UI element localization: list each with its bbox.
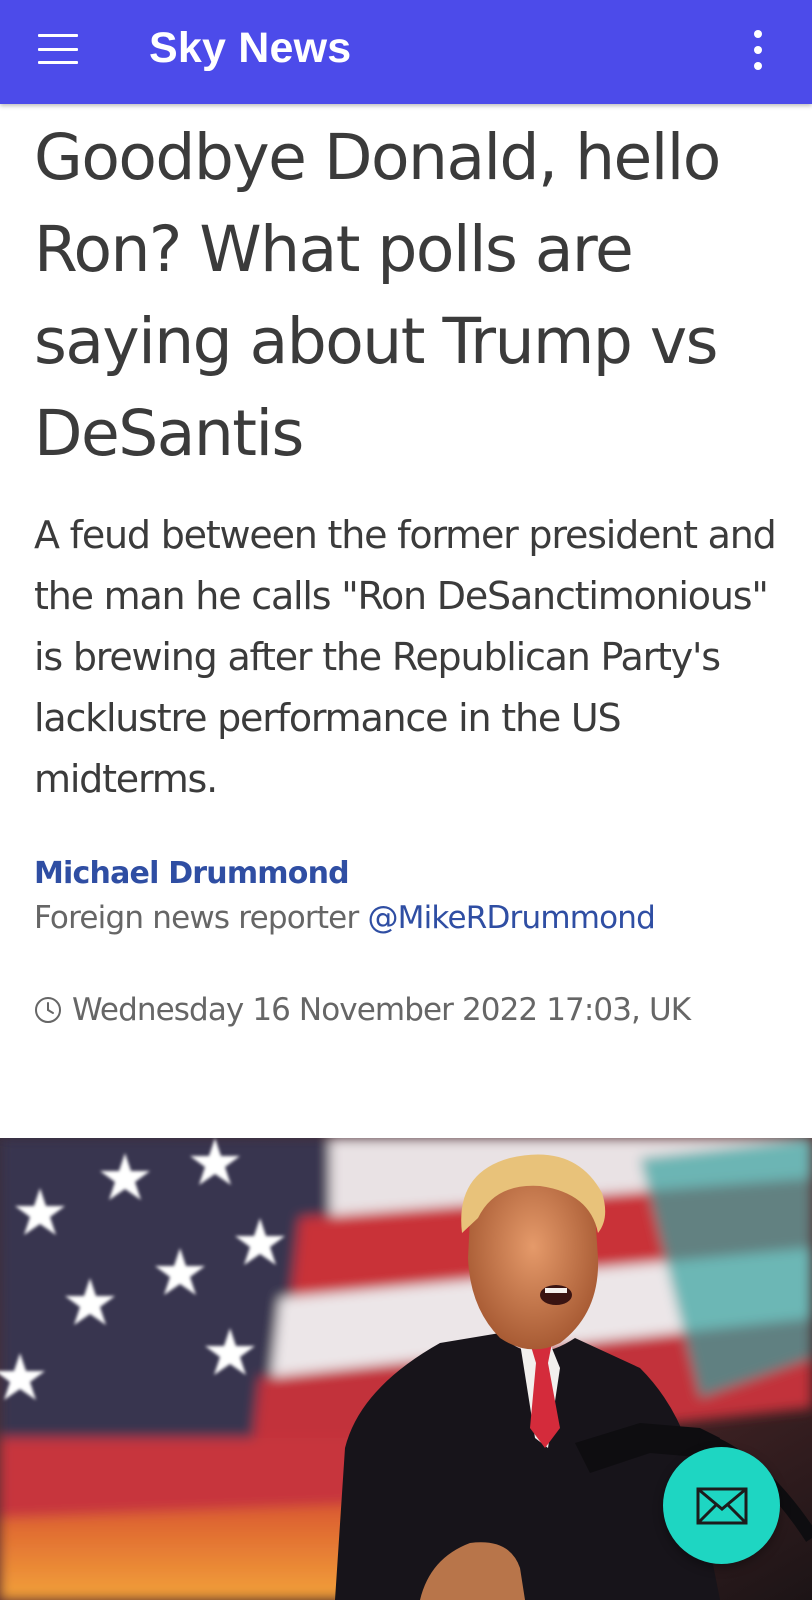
author-twitter-handle-link[interactable]: @MikeRDrummond bbox=[367, 900, 655, 936]
timestamp-text: Wednesday 16 November 2022 17:03, UK bbox=[72, 992, 691, 1028]
author-name-link[interactable]: Michael Drummond bbox=[34, 856, 350, 891]
clock-icon bbox=[35, 997, 61, 1023]
article-headline: Goodbye Donald, hello Ron? What polls ar… bbox=[34, 121, 721, 470]
mail-icon bbox=[696, 1487, 747, 1524]
article-standfirst: A feud between the former president and … bbox=[34, 513, 777, 801]
more-vert-icon[interactable] bbox=[752, 30, 764, 70]
publish-timestamp: Wednesday 16 November 2022 17:03, UK bbox=[34, 992, 691, 1028]
app-title: Sky News bbox=[149, 24, 352, 72]
author-role: Foreign news reporter bbox=[34, 900, 359, 936]
email-newsletter-fab[interactable] bbox=[663, 1447, 780, 1564]
hamburger-menu-icon[interactable] bbox=[38, 34, 78, 64]
author-byline: Foreign news reporter @MikeRDrummond bbox=[34, 900, 656, 936]
app-bar: Sky News bbox=[0, 0, 812, 104]
